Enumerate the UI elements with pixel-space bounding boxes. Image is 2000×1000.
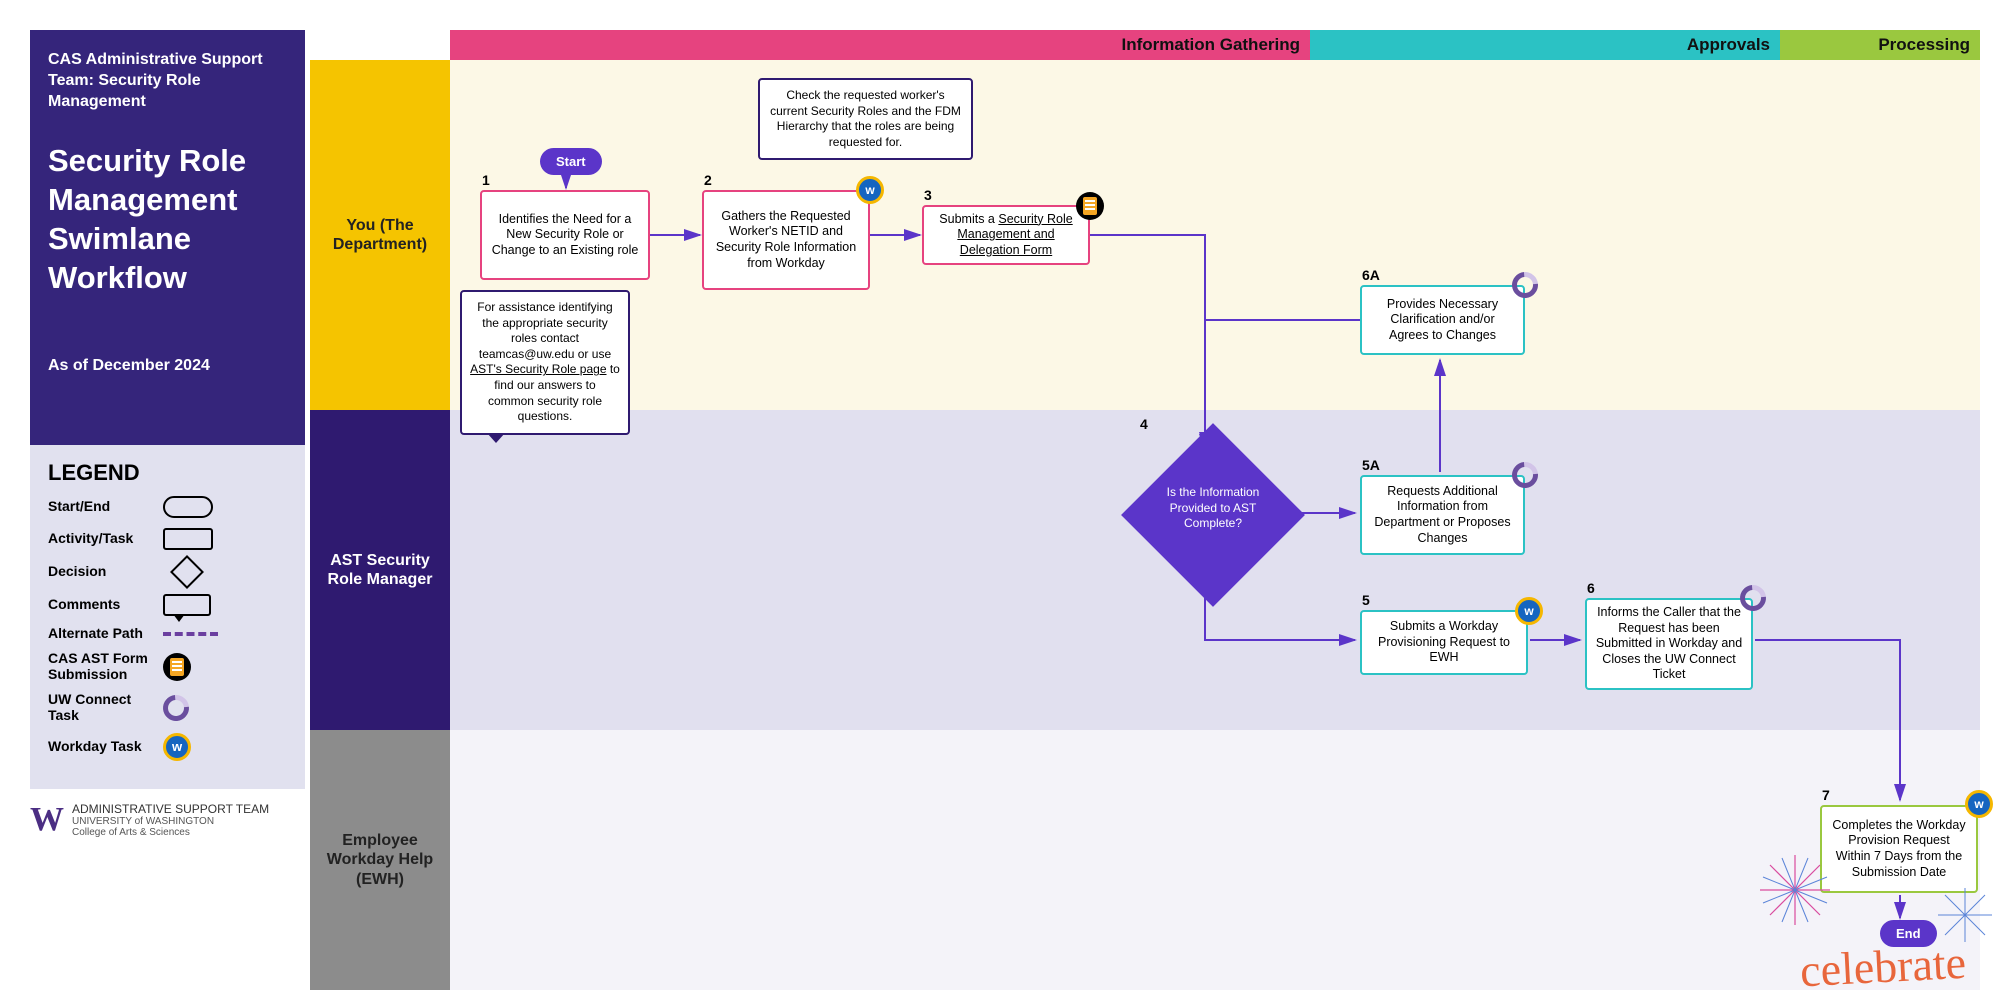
- diamond-icon: [170, 555, 204, 589]
- footer-line3: College of Arts & Sciences: [72, 827, 269, 838]
- node-5a-text: Requests Additional Information from Dep…: [1370, 484, 1515, 547]
- celebrate-text: celebrate: [1799, 936, 1968, 998]
- node-6a-number: 6A: [1362, 267, 1380, 285]
- workday-icon: w: [163, 733, 191, 761]
- lane-you-department: You (The Department): [310, 60, 450, 410]
- footer-line1: ADMINISTRATIVE SUPPORT TEAM: [72, 802, 269, 816]
- legend-comments-label: Comments: [48, 597, 163, 612]
- legend-altpath-label: Alternate Path: [48, 626, 163, 641]
- lane-ast-security-role-manager: AST Security Role Manager: [310, 410, 450, 730]
- node-3: 3 Submits a Security Role Management and…: [922, 205, 1090, 265]
- phase-approvals: Approvals: [1310, 30, 1780, 60]
- node-5a-number: 5A: [1362, 457, 1380, 475]
- node-4-text: Is the Information Provided to AST Compl…: [1148, 485, 1278, 532]
- node-7-text: Completes the Workday Provision Request …: [1830, 818, 1968, 881]
- lane3-phase2-bg: [1310, 730, 1780, 990]
- legend-start-end-label: Start/End: [48, 499, 163, 514]
- node-3-text: Submits a Security Role Management and D…: [932, 212, 1080, 259]
- lane-employee-workday-help: Employee Workday Help (EWH): [310, 730, 450, 990]
- lane1-phase2-bg: [1310, 60, 1780, 410]
- footer-logo: W ADMINISTRATIVE SUPPORT TEAM UNIVERSITY…: [30, 801, 305, 839]
- legend-form: CAS AST Form Submission: [48, 651, 287, 682]
- title-block: CAS Administrative Support Team: Securit…: [30, 30, 305, 445]
- node-1-number: 1: [482, 172, 490, 190]
- node-7-number: 7: [1822, 787, 1830, 805]
- legend-start-end: Start/End: [48, 496, 287, 518]
- node-6a: 6A Provides Necessary Clarification and/…: [1360, 285, 1525, 355]
- legend-form-label: CAS AST Form Submission: [48, 651, 163, 682]
- lane1-phase3-bg: [1780, 60, 1980, 410]
- node-1: 1 Identifies the Need for a New Security…: [480, 190, 650, 280]
- capsule-icon: [163, 496, 213, 518]
- node-6-text: Informs the Caller that the Request has …: [1595, 605, 1743, 683]
- legend-block: LEGEND Start/End Activity/Task Decision …: [30, 445, 305, 789]
- lane2-phase3-bg: [1780, 410, 1980, 730]
- node-6: 6 Informs the Caller that the Request ha…: [1585, 598, 1753, 690]
- legend-activity-label: Activity/Task: [48, 531, 163, 546]
- legend-workday-label: Workday Task: [48, 739, 163, 754]
- workday-icon: w: [856, 176, 884, 204]
- legend-decision-label: Decision: [48, 564, 163, 579]
- node-3-text-a: Submits a: [939, 212, 998, 226]
- node-2-number: 2: [704, 172, 712, 190]
- start-node: Start: [540, 148, 602, 175]
- legend-activity: Activity/Task: [48, 528, 287, 550]
- uw-logo-icon: W: [30, 801, 64, 839]
- legend-comments: Comments: [48, 594, 287, 616]
- phase-processing: Processing: [1780, 30, 1980, 60]
- ast-security-role-page-link[interactable]: AST's Security Role page: [470, 362, 606, 376]
- legend-workday: Workday Taskw: [48, 733, 287, 761]
- node-5-number: 5: [1362, 592, 1370, 610]
- node-1-text: Identifies the Need for a New Security R…: [490, 212, 640, 259]
- node-2: 2 Gathers the Requested Worker's NETID a…: [702, 190, 870, 290]
- node-5a: 5A Requests Additional Information from …: [1360, 475, 1525, 555]
- workday-icon: w: [1515, 597, 1543, 625]
- footer-line2: UNIVERSITY of WASHINGTON: [72, 816, 269, 827]
- as-of-date: As of December 2024: [48, 357, 287, 375]
- legend-connect: UW Connect Task: [48, 692, 287, 723]
- node-1-callout: For assistance identifying the appropria…: [460, 290, 630, 435]
- node-6a-text: Provides Necessary Clarification and/or …: [1370, 297, 1515, 344]
- comment-icon: [163, 594, 211, 616]
- team-label: CAS Administrative Support Team: Securit…: [48, 50, 287, 112]
- rectangle-icon: [163, 528, 213, 550]
- legend-altpath: Alternate Path: [48, 626, 287, 641]
- node-6-number: 6: [1587, 580, 1595, 598]
- node-7: 7 Completes the Workday Provision Reques…: [1820, 805, 1978, 893]
- page-title: Security Role Management Swimlane Workfl…: [48, 142, 287, 297]
- workday-icon: w: [1965, 790, 1993, 818]
- node-5: 5 Submits a Workday Provisioning Request…: [1360, 610, 1528, 675]
- phase-information-gathering: Information Gathering: [450, 30, 1310, 60]
- node-2-text: Gathers the Requested Worker's NETID and…: [712, 209, 860, 272]
- callout-1-text-a: For assistance identifying the appropria…: [477, 300, 612, 361]
- node-5-text: Submits a Workday Provisioning Request t…: [1370, 619, 1518, 666]
- uw-connect-icon: [158, 689, 195, 726]
- form-icon: [1076, 192, 1104, 220]
- footer-text: ADMINISTRATIVE SUPPORT TEAM UNIVERSITY o…: [72, 802, 269, 838]
- node-4-number: 4: [1140, 416, 1148, 432]
- left-panel: CAS Administrative Support Team: Securit…: [30, 30, 305, 839]
- legend-title: LEGEND: [48, 460, 287, 486]
- legend-connect-label: UW Connect Task: [48, 692, 163, 723]
- node-3-number: 3: [924, 187, 932, 205]
- form-icon: [163, 653, 191, 681]
- node-2-callout: Check the requested worker's current Sec…: [758, 78, 973, 160]
- firework-icon: [1755, 850, 1835, 930]
- dashed-line-icon: [163, 632, 218, 636]
- lane3-phase1-bg: [450, 730, 1310, 990]
- legend-decision: Decision: [48, 560, 287, 584]
